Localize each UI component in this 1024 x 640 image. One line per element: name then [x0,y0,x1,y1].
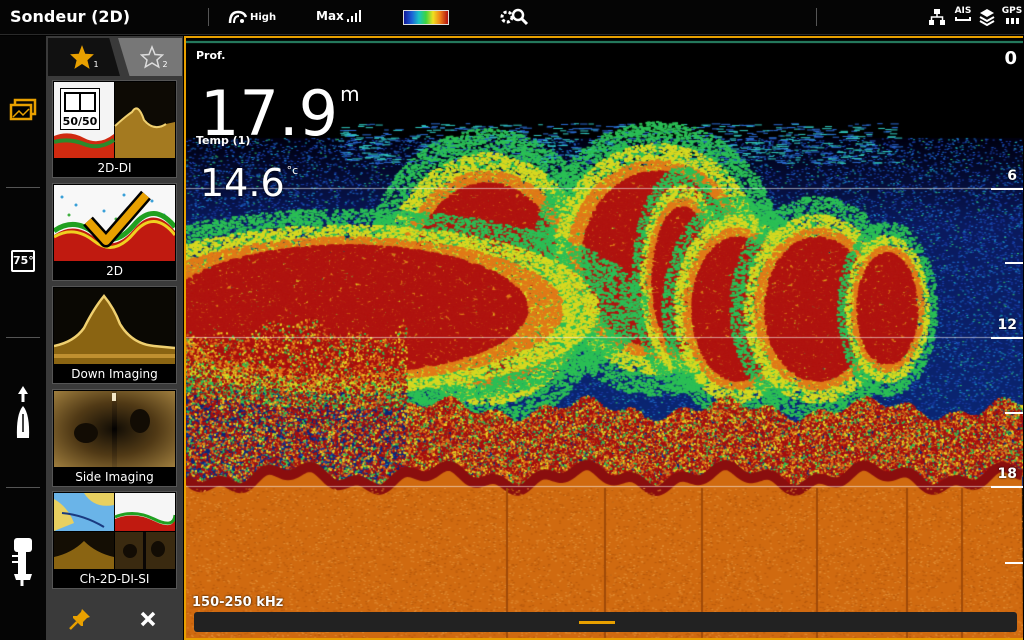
star-outline-icon [140,45,165,69]
frequency-label: 150-250 kHz [192,595,284,610]
range-control[interactable]: Max [316,9,362,23]
scale-label-12: 12 [997,317,1017,333]
favorite-label: Down Imaging [71,367,158,381]
scale-label-6: 6 [1007,168,1017,184]
scale-tick-minor [1005,262,1023,264]
temperature-integer: 14 [200,161,249,205]
favorite-label: Ch-2D-DI-SI [79,572,150,586]
temperature-label: Temp (1) [196,134,251,147]
divider [6,337,40,338]
scale-tick-major [991,486,1023,488]
favorite-2d[interactable]: 2D [52,183,177,281]
tab-1-index: 1 [93,59,99,69]
left-rail: 75° [0,36,46,640]
favorites-tabs: 1 2 [46,36,183,76]
pin-icon [69,609,90,630]
favorite-label: 2D-DI [97,161,132,175]
layers-icon[interactable] [979,8,995,26]
network-icon[interactable] [928,8,946,26]
divider [6,487,40,488]
thumbnail-2d [54,185,175,261]
temperature-value: 75° [13,254,34,267]
thumbnail-2d-di: 50/50 [54,82,175,158]
gps-icon[interactable]: GPS [1001,6,1023,24]
views-button[interactable] [6,98,40,122]
sensitivity-label: High [250,11,277,23]
pin-button[interactable] [50,602,110,636]
ais-label: AIS [954,6,972,16]
close-button[interactable] [118,602,178,636]
favorite-label: 2D [106,264,123,278]
views-icon [9,98,37,121]
sensitivity-control[interactable]: High [228,9,276,25]
thumbnail-side-imaging [54,391,175,467]
split-badge-text: 50/50 [62,115,98,128]
thumbnail-ch-2d-di-si [54,493,175,569]
close-icon [140,611,156,627]
divider [6,187,40,188]
scale-tick-major [991,337,1023,339]
motor-icon [12,538,32,586]
temperature-decimal: .6 [248,161,285,205]
page-title: Sondeur (2D) [10,7,131,26]
tab-2-index: 2 [162,59,168,69]
temperature-readout: 14.6 °c [200,148,298,206]
depth-unit: m [340,82,360,106]
history-scrollbar[interactable] [194,612,1017,632]
scale-label-0: 0 [1004,48,1017,69]
divider [816,8,817,26]
favorites-panel: 1 2 50/50 2D-DI 2D Down Imaging Side Ima… [46,36,183,640]
boat-heading-icon [16,386,30,438]
tab-favorites-1[interactable]: 1 [48,38,120,76]
gps-label: GPS [1001,6,1023,16]
temperature-button[interactable]: 75° [6,250,40,272]
thumbnail-down-imaging [54,288,175,364]
favorite-ch-2d-di-si[interactable]: Ch-2D-DI-SI [52,491,177,589]
temperature-icon: 75° [11,250,35,272]
favorites-actions [46,596,183,640]
divider [208,8,209,26]
favorite-down-imaging[interactable]: Down Imaging [52,286,177,384]
motor-button[interactable] [6,536,40,588]
sonar-view[interactable]: Prof. 17.9 m Temp (1) 14.6 °c 0 6 12 18 15… [184,36,1023,640]
status-bar: Sondeur (2D) High Max AIS GPS [0,0,1024,35]
temperature-unit: °c [286,164,299,177]
settings-search-icon[interactable] [498,7,530,27]
ais-icon[interactable]: AIS [953,6,973,21]
tab-favorites-2[interactable]: 2 [118,38,182,76]
range-label: Max [316,9,344,23]
ais-base [955,17,971,21]
gps-bars [1001,18,1023,24]
split-badge: 50/50 [60,88,100,130]
star-filled-icon [70,45,95,69]
favorite-side-imaging[interactable]: Side Imaging [52,389,177,487]
scrollbar-thumb[interactable] [579,621,615,624]
scale-tick-minor [1005,412,1023,414]
signal-bars-icon [346,10,361,22]
scale-tick-minor [1005,562,1023,564]
color-palette-button[interactable] [403,10,449,25]
favorite-label: Side Imaging [75,470,154,484]
heading-button[interactable] [6,384,40,440]
scale-label-18: 18 [997,466,1017,482]
scale-tick-major [991,188,1023,190]
sensitivity-icon [228,10,248,24]
favorite-2d-di[interactable]: 50/50 2D-DI [52,80,177,178]
depth-decimal: .9 [278,77,339,150]
